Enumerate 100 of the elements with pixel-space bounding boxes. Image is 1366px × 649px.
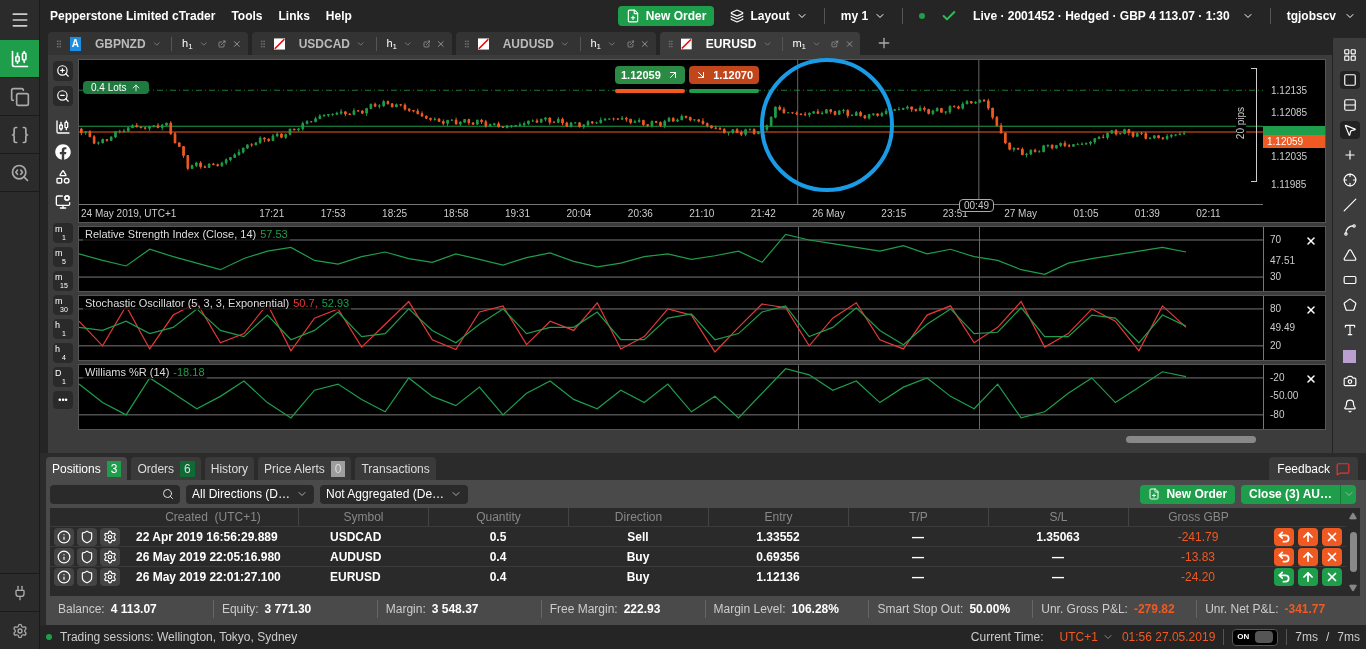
- time-label: 27 May: [1004, 207, 1037, 221]
- table-cell-text: 1.35063: [1035, 528, 1081, 546]
- table-cell-text: -13.83: [1180, 548, 1216, 566]
- table-cell-text: Buy: [625, 568, 651, 586]
- table-cell-text: AUDUSD: [329, 548, 383, 566]
- symbol-badge: A: [69, 36, 81, 51]
- current-time-label: Current Time:: [970, 629, 1044, 646]
- summary-label: Unr. Net P&L:: [1205, 600, 1279, 618]
- table-cell-text: 1.33552: [755, 528, 801, 546]
- time-label: 20:04: [566, 207, 592, 221]
- axis-tick-label: 30: [1270, 272, 1282, 283]
- time-label: 26 May: [812, 207, 845, 221]
- summary-label: Equity:: [221, 600, 259, 618]
- summary-value: 3 771.30: [264, 600, 312, 618]
- tab-label: Price Alerts: [264, 460, 325, 478]
- summary-value: -341.77: [1284, 600, 1326, 618]
- summary-value: 106.28%: [791, 600, 839, 618]
- summary-value: 4 113.07: [110, 600, 157, 618]
- timeframe-label: h$_{1}$: [590, 38, 601, 49]
- summary-label: Margin Level:: [713, 600, 786, 618]
- table-cell-text: —: [1051, 548, 1065, 566]
- tab-label: Orders: [137, 460, 175, 478]
- table-cell-text: 26 May 2019 22:05:16.980: [135, 548, 282, 566]
- table-cell-text: 0.4: [488, 568, 508, 586]
- time-label: 21:42: [750, 207, 776, 221]
- indicator-title: Relative Strength Index (Close, 14): [85, 227, 257, 241]
- range-label: 20 pips: [1236, 104, 1247, 142]
- axis-tick-label: -50.00: [1270, 391, 1299, 402]
- summary-label: Smart Stop Out:: [877, 600, 964, 618]
- axis-tick-label: 20: [1270, 340, 1282, 351]
- summary-label: Free Margin:: [549, 600, 618, 618]
- latency-value: 7ms: [1337, 629, 1360, 646]
- time-label: 17:21: [259, 207, 285, 221]
- table-cell-text: 26 May 2019 22:01:27.100: [135, 568, 282, 586]
- time-label: 23:15: [881, 207, 907, 221]
- time-label: 19:31: [504, 207, 530, 221]
- time-label: 18:25: [382, 207, 408, 221]
- time-label: 18:58: [443, 207, 469, 221]
- timeframe-label: m$_{1}$: [792, 38, 807, 49]
- axis-tick-label: 47.51: [1270, 255, 1296, 266]
- count-badge: 0: [330, 460, 346, 477]
- price-label: 1.11985: [1271, 179, 1307, 190]
- axis-tick-label: -20: [1270, 372, 1285, 383]
- price-label: 1.12135: [1271, 85, 1308, 96]
- separator-text: /: [1326, 629, 1330, 646]
- summary-value: 50.00%: [969, 600, 1011, 618]
- table-cell-text: 1.12136: [755, 568, 801, 586]
- table-cell-text: —: [911, 568, 925, 586]
- time-label: 02:11: [1196, 207, 1221, 221]
- tab-label: History: [210, 460, 249, 478]
- time-label: 01:39: [1134, 207, 1160, 221]
- indicator-reading: 50.7,: [293, 296, 318, 310]
- time-label: 20:36: [627, 207, 653, 221]
- summary-label: Margin:: [385, 600, 426, 618]
- count-badge: 6: [180, 460, 195, 477]
- current-time: 01:56 27.05.2019: [1121, 629, 1216, 646]
- axis-tick-label: 49.49: [1270, 322, 1296, 333]
- timeframe-label: h$_{1}$: [386, 38, 397, 49]
- sessions-text: Trading sessions: Wellington, Tokyo, Sydney: [60, 629, 298, 646]
- price-label: 1.12035: [1271, 152, 1308, 163]
- axis-tick-label: -80: [1270, 409, 1285, 420]
- symbol-label: GBPNZD: [94, 35, 146, 53]
- summary-label: Unr. Gross P&L:: [1041, 600, 1128, 618]
- time-label: 24 May 2019, UTC+1: [81, 207, 178, 221]
- axis-tick-label: 80: [1270, 303, 1282, 314]
- app-title: Pepperstone Limited cTrader: [50, 8, 216, 25]
- indicator-reading: 52.93: [321, 296, 350, 310]
- table-cell-text: -24.20: [1180, 568, 1216, 586]
- table-cell-text: 0.5: [488, 528, 508, 546]
- table-cell-text: —: [911, 528, 925, 546]
- timeframe-label: h$_{1}$: [182, 38, 193, 49]
- indicator-reading: -18.18: [173, 365, 205, 379]
- table-cell-text: 0.4: [488, 548, 508, 566]
- symbol-label: AUDUSD: [502, 35, 555, 53]
- summary-label: Balance:: [58, 600, 105, 618]
- tab-label: Transactions: [361, 460, 430, 478]
- indicator-reading: 57.53: [260, 227, 288, 241]
- time-label: 17:53: [320, 207, 346, 221]
- table-cell-text: -241.79: [1176, 528, 1220, 546]
- table-cell-text: EURUSD: [329, 568, 382, 586]
- axis-tick-label: 70: [1270, 235, 1282, 245]
- table-cell-text: Sell: [626, 528, 650, 546]
- time-label: 21:10: [689, 207, 715, 221]
- indicator-title: Williams %R (14): [85, 365, 170, 379]
- summary-value: -279.82: [1133, 600, 1175, 618]
- price-label: 1.12085: [1271, 108, 1308, 119]
- tab-label: Positions: [52, 460, 101, 478]
- summary-value: 222.93: [623, 600, 661, 618]
- count-badge: 3: [106, 460, 122, 477]
- table-cell-text: —: [911, 548, 925, 566]
- table-cell-text: USDCAD: [329, 528, 383, 546]
- table-cell-text: 22 Apr 2019 16:56:29.889: [135, 528, 279, 546]
- summary-value: 3 548.37: [431, 600, 479, 618]
- table-cell-text: —: [1051, 568, 1065, 586]
- table-cell-text: 0.69356: [755, 548, 801, 566]
- indicator-title: Stochastic Oscillator (5, 3, 3, Exponential): [85, 296, 290, 310]
- symbol-label: EURUSD: [705, 35, 757, 53]
- table-cell-text: Buy: [625, 548, 651, 566]
- latency-value: 7ms: [1295, 629, 1318, 646]
- symbol-label: USDCAD: [298, 35, 351, 53]
